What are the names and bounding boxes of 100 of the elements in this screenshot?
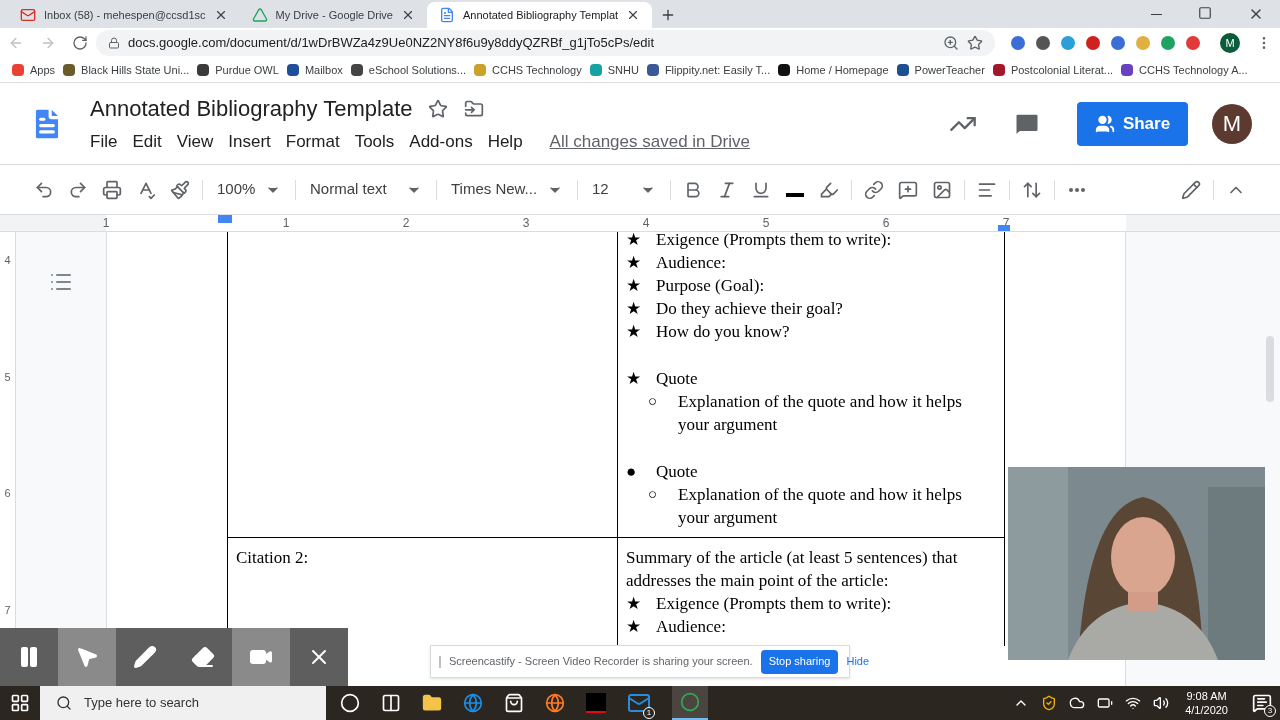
browser-icon [545,693,565,713]
bookmark[interactable]: Purdue OWL [197,61,279,79]
share-button[interactable]: Share [1077,101,1188,146]
menu-item[interactable]: Add-ons [409,129,473,155]
lock-icon [107,37,120,49]
stop-sharing-button[interactable]: Stop sharing [760,649,839,674]
indent-marker[interactable] [998,225,1010,231]
ruler-number: 6 [881,215,891,232]
browser-tab[interactable]: Inbox (58) - mehespen@ccsd1sc [8,2,240,28]
highlight-icon [819,179,839,200]
bullet-marker: ○ [648,392,659,411]
bullet-marker: ★ [626,252,642,274]
camera-tool-button[interactable] [232,628,290,686]
mail-icon [20,7,36,23]
bookmark[interactable]: Mailbox [286,61,343,79]
bullet-marker: ● [626,461,638,483]
list-item-text: Quote [656,461,698,483]
pen-tool-button[interactable] [116,628,174,686]
bookmark[interactable]: Black Hills State Uni... [63,61,190,79]
menu-item[interactable]: Tools [354,129,395,155]
bullet-marker: ★ [626,298,642,320]
menu-item[interactable]: View [176,129,214,155]
task-view-icon [381,693,401,713]
ruler-number: 1 [281,215,291,232]
bookmark[interactable]: PowerTeacher [896,61,985,79]
mail-icon [627,691,651,715]
zoom-icon [943,35,960,51]
mail-badge: 1 [643,707,655,719]
bullet-marker: ★ [626,593,642,615]
bookmark[interactable]: eSchool Solutions... [350,61,466,79]
forward-icon [40,35,56,51]
people-icon [1094,113,1115,134]
bullet-marker: ★ [626,275,642,297]
browser-tab[interactable]: My Drive - Google Drive [239,2,427,28]
bookmark[interactable]: CCHS Technology A... [1121,61,1248,79]
folder-icon [422,693,442,713]
move-folder-icon [464,98,485,119]
scrollbar-thumb[interactable] [1266,336,1274,402]
ruler-number: 3 [521,215,531,232]
back-icon [8,35,24,51]
battery-icon [1097,695,1114,711]
windows-start-icon [10,693,30,713]
ruler-number: 2 [401,215,411,232]
address-bar[interactable]: docs.google.com/document/d/1wDrBWZa4z9Ue0NZ2NY8f6u9y8ddyQZRBf_g1jTo5cPs/edit [95,30,996,56]
browser-tab[interactable]: Annotated Bibliography Templat [426,2,653,28]
extension-icon[interactable] [1161,36,1176,50]
bookmark[interactable]: Postcolonial Literat... [992,61,1113,79]
hide-button[interactable]: Hide [846,653,870,670]
redo-icon [68,179,88,200]
eraser-tool-button[interactable] [174,628,232,686]
font-size-dropdown[interactable]: 12 [584,175,664,204]
menu-item[interactable]: File [90,129,118,155]
list-item-text: Explanation of the quote and how it helps your argument [678,391,963,436]
cloud-icon [1069,695,1086,711]
extension-icon[interactable] [1011,36,1026,50]
bookmark[interactable]: Flippity.net: Easily T... [646,61,771,79]
bookmark[interactable]: SNHU [589,61,639,79]
bookmark[interactable]: CCHS Technology [474,61,582,79]
account-avatar[interactable]: M [1212,103,1252,144]
pause-tool-button[interactable] [0,628,58,686]
print-icon [102,179,122,200]
search-placeholder: Type here to search [84,694,199,713]
extension-icon[interactable] [1086,36,1101,50]
document-title[interactable]: Annotated Bibliography Template [90,92,413,126]
drag-handle-icon [439,655,441,668]
bullet-marker: ★ [626,616,642,638]
save-status-link[interactable]: All changes saved in Drive [549,129,750,155]
bookmark[interactable]: Apps [12,61,56,79]
image-icon [932,179,952,200]
notification-icon [1252,693,1272,713]
extension-icon[interactable] [1186,36,1201,50]
font-dropdown[interactable]: Times New... [443,175,571,204]
bullet-marker: ★ [626,321,642,343]
eraser-icon [191,645,215,669]
star-icon [428,98,449,119]
pointer-tool-button[interactable] [58,628,116,686]
cortana-icon [340,693,360,713]
list-item-text: Audience: [656,616,726,638]
extension-icon[interactable] [1111,36,1126,50]
triangle-icon [251,7,268,23]
profile-avatar[interactable]: M [1220,33,1241,53]
bookmark[interactable]: Home / Homepage [778,61,889,79]
list-item-text: Quote [656,368,698,390]
list-item-text: Do they achieve their goal? [656,298,843,320]
add-comment-icon [898,179,918,200]
extension-icon[interactable] [1036,36,1051,50]
close-tool-button[interactable] [290,628,348,686]
menu-item[interactable]: Insert [228,129,271,155]
reload-icon [71,35,88,51]
summary-prompt: Summary of the article (at least 5 sentences) that addresses the main point of the article: [626,547,959,592]
menu-item[interactable]: Format [285,129,340,155]
indent-marker[interactable] [218,215,232,223]
url-text: docs.google.com/document/d/1wDrBWZa4z9Ue0NZ2NY8f6u9y8ddyQZRBf_g1jTo5cPs/edit [127,34,655,53]
zoom-dropdown[interactable]: 100% [209,175,289,204]
menu-item[interactable]: Help [487,129,523,155]
bullet-marker: ★ [626,232,642,251]
menu-item[interactable]: Edit [132,129,162,155]
style-dropdown[interactable]: Normal text [302,175,430,204]
taskbar-search-field[interactable]: Type here to search [40,686,326,720]
more-icon [1069,187,1085,192]
